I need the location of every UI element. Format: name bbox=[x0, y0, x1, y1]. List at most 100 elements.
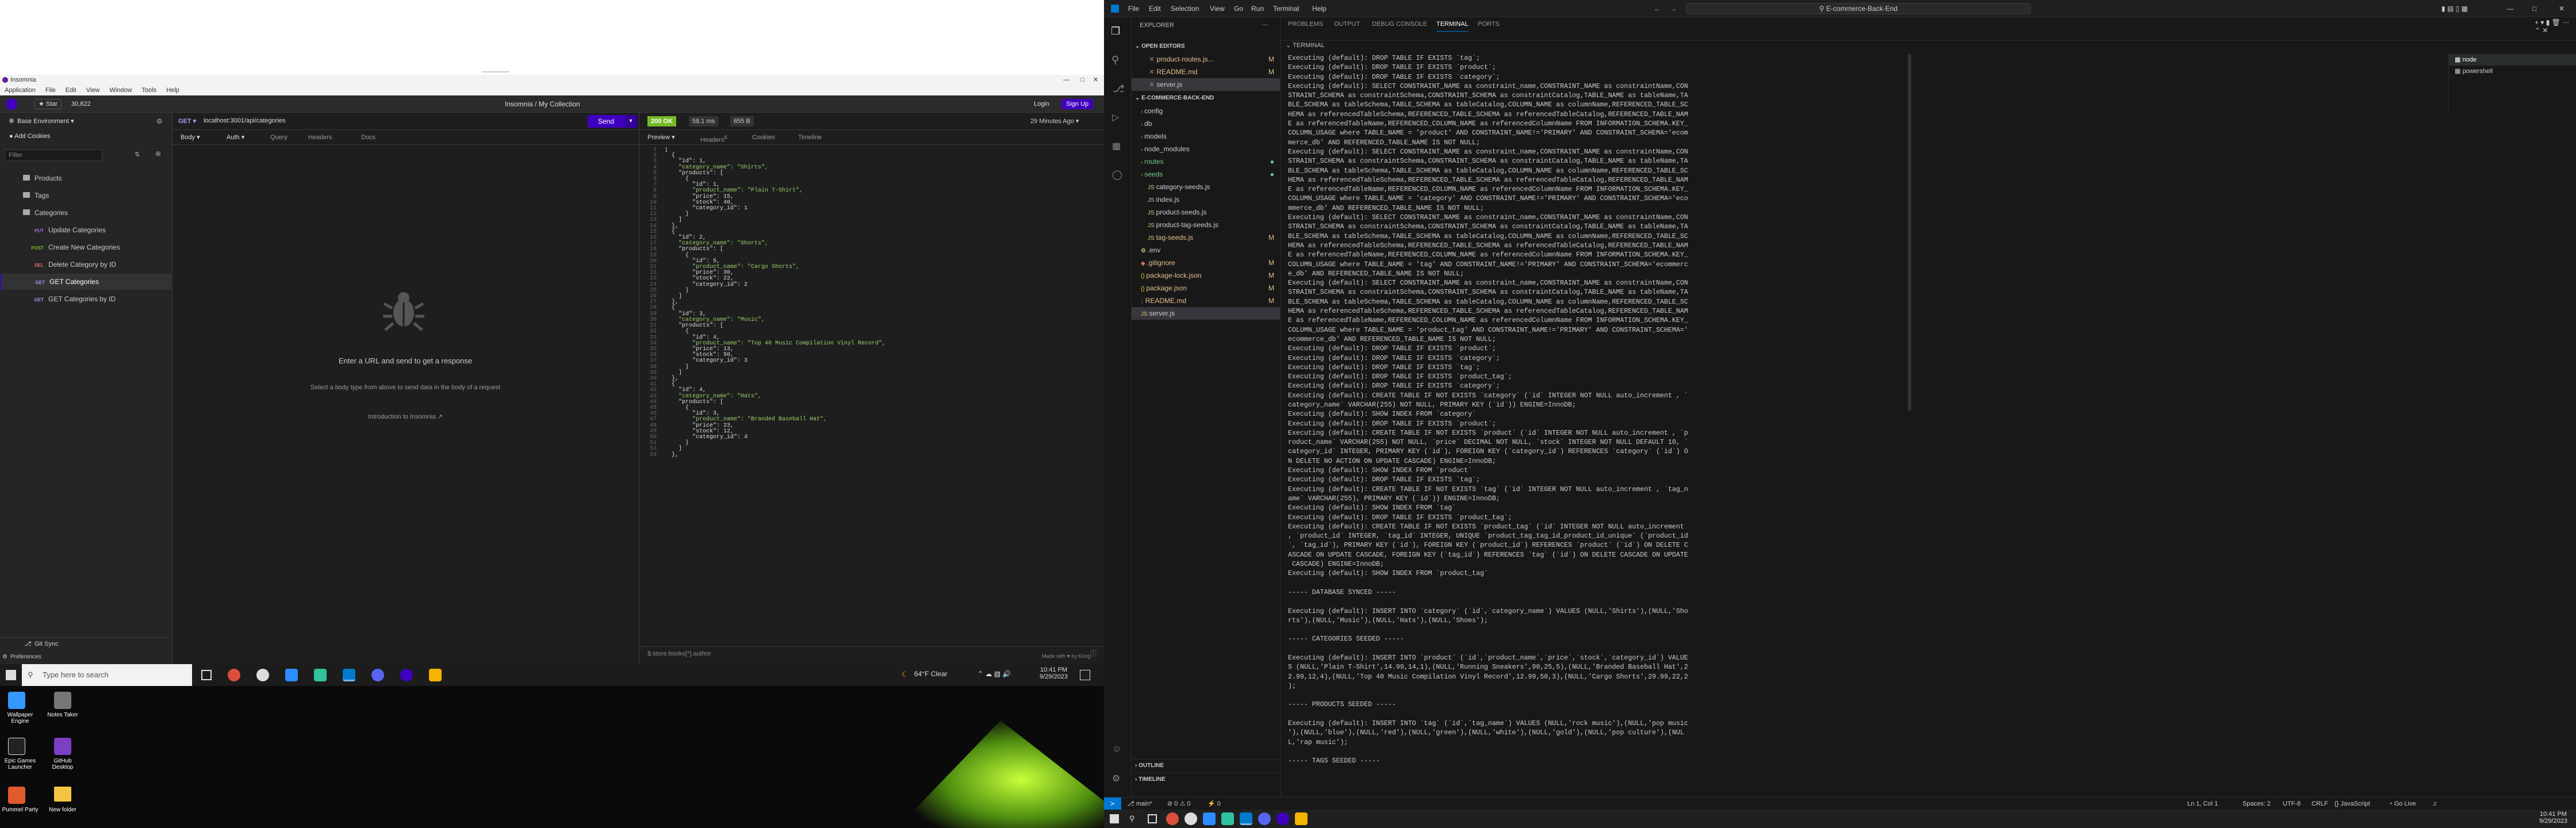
tab-output[interactable]: OUTPUT bbox=[1334, 17, 1360, 31]
windows-start-icon[interactable] bbox=[6, 670, 16, 680]
terminal-output[interactable]: Executing (default): DROP TABLE IF EXIST… bbox=[1288, 54, 1897, 802]
menu-help[interactable]: Help bbox=[166, 87, 179, 94]
menu-edit[interactable]: Edit bbox=[1149, 0, 1161, 17]
tab-headers[interactable]: Headers bbox=[308, 130, 332, 145]
tab-docs[interactable]: Docs bbox=[361, 130, 375, 145]
close-editor-icon[interactable]: ✕ bbox=[1149, 55, 1156, 63]
language-mode[interactable]: {} JavaScript bbox=[2334, 798, 2370, 810]
tab-problems[interactable]: PROBLEMS bbox=[1288, 17, 1323, 31]
extensions-icon[interactable]: ▦ bbox=[1112, 140, 1121, 152]
file-item[interactable]: ⚙ .env bbox=[1132, 244, 1280, 256]
menu-file[interactable]: File bbox=[45, 87, 56, 94]
system-tray-icons[interactable]: ⌃ ☁ ▧ 🔊 bbox=[977, 670, 1011, 678]
more-actions-icon[interactable]: ⋯ bbox=[1262, 21, 1268, 29]
discord-icon[interactable] bbox=[1258, 812, 1271, 825]
file-item[interactable]: JS server.js bbox=[1132, 307, 1280, 320]
introduction-link[interactable]: Introduction to Insomnia ↗ bbox=[172, 413, 638, 420]
file-item[interactable]: {} package-lock.json M bbox=[1132, 269, 1280, 282]
github-desktop-icon[interactable] bbox=[54, 738, 71, 755]
git-sync-button[interactable]: ⎇ Git Sync bbox=[0, 637, 171, 650]
weather-text[interactable]: 64°F Clear bbox=[914, 670, 948, 678]
search-icon[interactable]: ⚲ bbox=[1129, 814, 1135, 823]
tab-debug-console[interactable]: DEBUG CONSOLE bbox=[1372, 17, 1427, 31]
vscode-icon[interactable] bbox=[1240, 812, 1252, 825]
close-icon[interactable]: ✕ bbox=[2559, 0, 2564, 17]
panel-actions-icons[interactable]: + ▾ ▮ 🗑 ⋯ ⌃ ✕ bbox=[2535, 18, 2576, 34]
insomnia-taskbar-icon[interactable] bbox=[1276, 812, 1289, 825]
tab-cookies[interactable]: Cookies bbox=[752, 130, 775, 145]
sidebar-request-update-categories[interactable]: PUT Update Categories bbox=[0, 222, 171, 238]
file-item[interactable]: JS tag-seeds.js M bbox=[1132, 231, 1280, 244]
github-icon[interactable] bbox=[256, 669, 269, 681]
menu-file[interactable]: File bbox=[1128, 0, 1139, 17]
file-item[interactable]: JS index.js bbox=[1132, 193, 1280, 206]
open-editor-item[interactable]: ✕ server.js bbox=[1132, 78, 1280, 91]
file-item[interactable]: JS product-tag-seeds.js bbox=[1132, 218, 1280, 231]
problems-status[interactable]: ⊘ 0 ⚠ 0 bbox=[1167, 798, 1190, 810]
sidebar-folder-categories[interactable]: Categories bbox=[0, 205, 171, 221]
chrome-icon[interactable] bbox=[228, 669, 240, 681]
close-icon[interactable]: ✕ bbox=[1093, 75, 1098, 85]
response-filter-input[interactable]: $.store.books[*].author bbox=[639, 646, 1104, 660]
nav-back-icon[interactable]: ← bbox=[1654, 0, 1661, 17]
task-view-icon[interactable] bbox=[201, 670, 212, 680]
open-editors-section[interactable]: ⌄ OPEN EDITORS bbox=[1132, 40, 1280, 53]
run-debug-icon[interactable]: ▷ bbox=[1112, 112, 1119, 123]
sidebar-request-create-categories[interactable]: POST Create New Categories bbox=[0, 239, 171, 255]
menu-help[interactable]: Help bbox=[1312, 0, 1327, 17]
folder-item[interactable]: › seeds ● bbox=[1132, 168, 1280, 181]
notifications-bell-icon[interactable]: ♫ bbox=[2432, 798, 2437, 810]
sidebar-request-delete-category[interactable]: DEL Delete Category by ID bbox=[0, 256, 171, 273]
url-input[interactable]: localhost:3001/api/categories bbox=[204, 117, 285, 124]
cursor-position[interactable]: Ln 1, Col 1 bbox=[2187, 798, 2218, 810]
remote-icon[interactable]: ◯ bbox=[1112, 169, 1122, 181]
taskbar-clock[interactable]: 10:41 PM 9/29/2023 bbox=[1040, 666, 1068, 680]
pummel-party-icon[interactable] bbox=[8, 787, 25, 804]
file-item[interactable]: {} package.json M bbox=[1132, 282, 1280, 294]
menu-go[interactable]: Go bbox=[1234, 0, 1243, 17]
menu-edit[interactable]: Edit bbox=[66, 87, 76, 94]
menu-tools[interactable]: Tools bbox=[141, 87, 156, 94]
tab-preview[interactable]: Preview ▾ bbox=[647, 130, 675, 145]
open-editor-item[interactable]: ✕ README.md M bbox=[1132, 66, 1280, 78]
menu-window[interactable]: Window bbox=[109, 87, 132, 94]
go-live-button[interactable]: ◔ Go Live bbox=[2389, 798, 2416, 810]
maximize-icon[interactable]: □ bbox=[1080, 75, 1084, 85]
menu-run[interactable]: Run bbox=[1251, 0, 1264, 17]
terminal-item-powershell[interactable]: ▦ powershell bbox=[2449, 66, 2576, 77]
folder-item[interactable]: › models bbox=[1132, 130, 1280, 143]
source-control-icon[interactable]: ⎇ bbox=[1113, 83, 1125, 95]
settings-gear-icon[interactable]: ⚙ bbox=[156, 117, 163, 125]
sort-icon[interactable]: ⇅ bbox=[135, 151, 140, 158]
minimize-icon[interactable]: — bbox=[1063, 75, 1070, 85]
help-icon[interactable]: ⓘ bbox=[1090, 649, 1097, 658]
terminal-section-label[interactable]: ⌄ TERMINAL bbox=[1286, 41, 1325, 49]
file-item[interactable]: ↓ README.md M bbox=[1132, 294, 1280, 307]
task-view-icon[interactable] bbox=[1148, 814, 1157, 823]
tab-query[interactable]: Query bbox=[270, 130, 288, 145]
menu-terminal[interactable]: Terminal bbox=[1273, 0, 1299, 17]
menu-view[interactable]: View bbox=[1210, 0, 1225, 17]
indent-spaces[interactable]: Spaces: 2 bbox=[2242, 798, 2271, 810]
tab-body[interactable]: Body ▾ bbox=[181, 130, 200, 145]
search-icon[interactable]: ⚲ bbox=[1111, 54, 1119, 66]
folder-item[interactable]: › config bbox=[1132, 105, 1280, 117]
login-button[interactable]: Login bbox=[1030, 99, 1053, 109]
close-editor-icon[interactable]: ✕ bbox=[1149, 68, 1156, 76]
terminal-scrollbar[interactable] bbox=[1908, 54, 1911, 411]
git-branch-status[interactable]: ⎇ main* bbox=[1127, 798, 1152, 810]
open-editor-item[interactable]: ✕ product-routes.js... M bbox=[1132, 53, 1280, 66]
folder-item[interactable]: › node_modules bbox=[1132, 143, 1280, 155]
add-cookies-button[interactable]: ● Add Cookies bbox=[9, 130, 50, 143]
github-icon[interactable] bbox=[1184, 812, 1197, 825]
zoom-icon[interactable] bbox=[1203, 812, 1216, 825]
wallpaper-engine-icon[interactable] bbox=[8, 692, 25, 709]
menu-view[interactable]: View bbox=[86, 87, 100, 94]
folder-item[interactable]: › routes ● bbox=[1132, 155, 1280, 168]
tab-response-headers[interactable]: Headers6 bbox=[700, 130, 727, 148]
chrome-icon[interactable] bbox=[1166, 812, 1179, 825]
file-item[interactable]: JS category-seeds.js bbox=[1132, 181, 1280, 193]
file-encoding[interactable]: UTF-8 bbox=[2283, 798, 2301, 810]
remote-indicator-icon[interactable]: ≻ bbox=[1104, 798, 1121, 810]
app-icon[interactable] bbox=[1221, 812, 1234, 825]
